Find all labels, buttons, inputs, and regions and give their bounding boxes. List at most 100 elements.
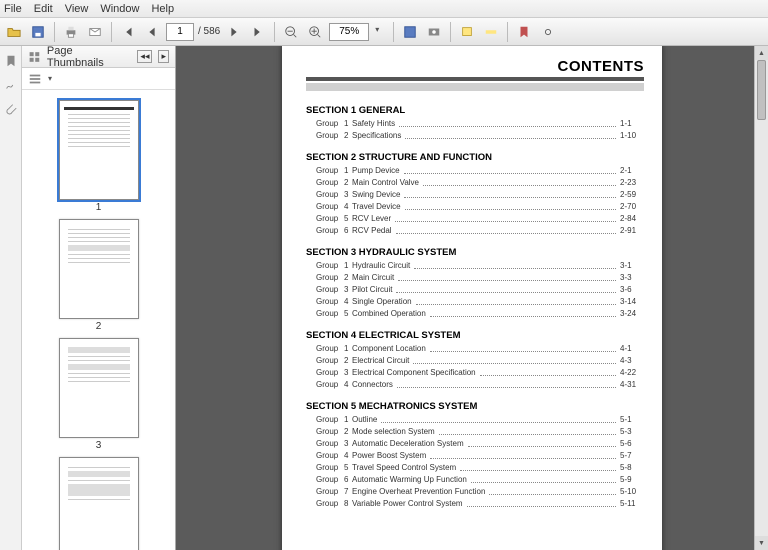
panel-collapse-icon[interactable]: ◂◂ [137,50,152,63]
thumbnail-options-icon[interactable] [28,72,42,86]
toc-leader [397,379,616,388]
menu-help[interactable]: Help [151,3,174,15]
toc-row: Group4Travel Device2-70 [306,201,644,213]
open-icon[interactable] [4,22,24,42]
toc-title: Combined Operation [352,308,426,320]
zoom-select[interactable]: 75% [329,23,369,41]
thumbnails-list[interactable]: 1 2 3 4 [22,90,175,550]
toc-leader [489,486,616,495]
document-viewer[interactable]: CONTENTS SECTION 1 GENERALGroup1Safety H… [176,46,768,550]
toc-num: 3 [344,189,352,201]
toc-page: 2-59 [620,189,644,201]
separator [111,22,112,42]
toc-title: Swing Device [352,189,400,201]
bookmark-tool-icon[interactable] [514,22,534,42]
page-number-input[interactable] [166,23,194,41]
toc-page: 2-23 [620,177,644,189]
toc-row: Group3Electrical Component Specification… [306,367,644,379]
toc-num: 1 [344,343,352,355]
toc-leader [398,272,616,281]
toc-num: 1 [344,414,352,426]
toc-row: Group5Travel Speed Control System5-8 [306,462,644,474]
toc-title: Travel Device [352,201,401,213]
toc-row: Group1Safety Hints1-1 [306,118,644,130]
toc-leader [381,414,616,423]
save-icon[interactable] [28,22,48,42]
toc-page: 4-31 [620,379,644,391]
snapshot-icon[interactable] [424,22,444,42]
toc-leader [399,118,616,127]
toc-num: 5 [344,308,352,320]
scroll-up-icon[interactable]: ▲ [755,46,768,60]
toc-group: Group [316,189,344,201]
menu-window[interactable]: Window [100,3,139,15]
toc-group: Group [316,462,344,474]
toc-leader [395,213,616,222]
zoom-out-icon[interactable] [281,22,301,42]
toc-num: 6 [344,474,352,486]
next-page-icon[interactable] [224,22,244,42]
note-icon[interactable] [457,22,477,42]
print-icon[interactable] [61,22,81,42]
toc-title: Specifications [352,130,401,142]
thumbnail-page[interactable] [59,100,139,200]
toc-leader [480,367,616,376]
section-heading: SECTION 4 ELECTRICAL SYSTEM [306,330,644,341]
toc-num: 1 [344,118,352,130]
toc-row: Group2Main Control Valve2-23 [306,177,644,189]
scrollbar-thumb[interactable] [757,60,766,120]
signature-panel-icon[interactable] [4,78,18,92]
toc-group: Group [316,426,344,438]
panel-close-icon[interactable]: ▸ [158,50,169,63]
thumbnail-label: 3 [22,440,175,451]
toc-page: 2-84 [620,213,644,225]
toc-leader [430,343,616,352]
last-page-icon[interactable] [248,22,268,42]
separator [507,22,508,42]
toc-title: Engine Overheat Prevention Function [352,486,485,498]
highlight-icon[interactable] [481,22,501,42]
toc-row: Group5Combined Operation3-24 [306,308,644,320]
toc-leader [430,308,616,317]
heading-rule [306,77,644,81]
toc-page: 4-22 [620,367,644,379]
toc-leader [396,225,616,234]
toc-page: 2-70 [620,201,644,213]
toc-num: 3 [344,367,352,379]
zoom-in-icon[interactable] [305,22,325,42]
toc-page: 5-7 [620,450,644,462]
toc-page: 5-9 [620,474,644,486]
thumbnail-page[interactable] [59,457,139,550]
save-as-icon[interactable] [400,22,420,42]
toc-title: Pilot Circuit [352,284,392,296]
toc-title: Automatic Warming Up Function [352,474,467,486]
toc-leader [416,296,616,305]
contents-heading: CONTENTS [558,58,645,75]
thumbnail-page[interactable] [59,338,139,438]
toc-group: Group [316,284,344,296]
prev-page-icon[interactable] [142,22,162,42]
toc-num: 7 [344,486,352,498]
toc-num: 1 [344,165,352,177]
menu-file[interactable]: File [4,3,22,15]
link-tool-icon[interactable] [538,22,558,42]
toc-group: Group [316,165,344,177]
mail-icon[interactable] [85,22,105,42]
menu-view[interactable]: View [65,3,89,15]
first-page-icon[interactable] [118,22,138,42]
thumbnail-page[interactable] [59,219,139,319]
toc-num: 3 [344,438,352,450]
toc-num: 8 [344,498,352,510]
separator [393,22,394,42]
vertical-scrollbar[interactable]: ▲ ▼ [754,46,768,550]
menu-edit[interactable]: Edit [34,3,53,15]
bookmark-panel-icon[interactable] [4,54,18,68]
thumbnails-panel: Page Thumbnails ◂◂ ▸ ▾ 1 2 3 4 [22,46,176,550]
toc-row: Group2Specifications1-10 [306,130,644,142]
menu-bar: File Edit View Window Help [0,0,768,18]
scroll-down-icon[interactable]: ▼ [755,536,768,550]
toc-page: 5-3 [620,426,644,438]
attachment-panel-icon[interactable] [4,102,18,116]
toc-group: Group [316,414,344,426]
toc-group: Group [316,272,344,284]
